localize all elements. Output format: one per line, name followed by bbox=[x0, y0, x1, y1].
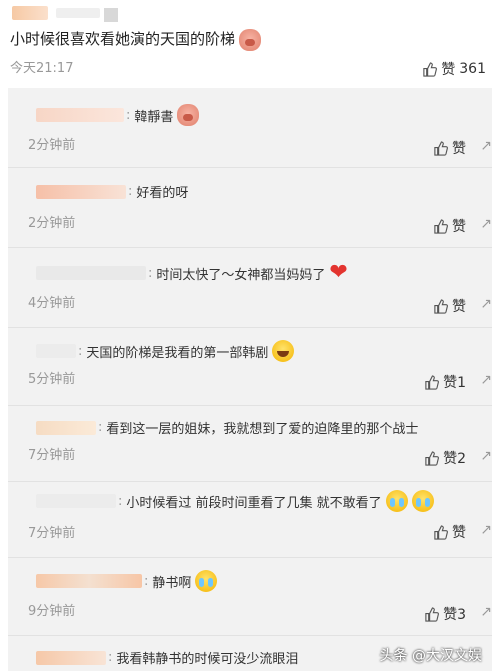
comment-text: : 好看的呀 bbox=[36, 182, 188, 201]
comment-time: 2分钟前 bbox=[28, 216, 76, 231]
comment-like-button[interactable]: 赞 bbox=[433, 296, 466, 316]
comment-text: : 小时候看过 前段时间重看了几集 就不敢看了 bbox=[36, 490, 434, 512]
comment-time: 9分钟前 bbox=[28, 604, 76, 619]
commenter-name-blurred[interactable] bbox=[36, 184, 126, 199]
comment-time: 5分钟前 bbox=[28, 372, 76, 387]
thumbs-up-icon bbox=[425, 450, 440, 466]
post-like-count: 361 bbox=[459, 61, 486, 77]
commenter-name-blurred[interactable] bbox=[36, 574, 142, 588]
comment-item: : 小时候看过 前段时间重看了几集 就不敢看了 7分钟前 赞 ↗ bbox=[8, 482, 492, 558]
comment-item: : 看到这一层的姐妹，我就想到了爱的迫降里的那个战士 7分钟前 赞2 ↗ bbox=[8, 406, 492, 482]
thumbs-up-icon bbox=[434, 298, 448, 314]
comment-item: : 好看的呀 2分钟前 赞 ↗ bbox=[8, 168, 492, 248]
thumbs-up-icon bbox=[425, 374, 440, 390]
post-time: 今天21:17 bbox=[10, 61, 74, 76]
comment-time: 2分钟前 bbox=[28, 138, 76, 153]
commenter-name-blurred[interactable] bbox=[36, 344, 76, 358]
post-like-button[interactable]: 赞 361 bbox=[422, 59, 486, 79]
pig-face-icon bbox=[177, 104, 200, 126]
share-icon[interactable]: ↗ bbox=[480, 372, 492, 388]
comment-item: : 时间太快了～女神都当妈妈了 ❤ 4分钟前 赞 ↗ bbox=[8, 248, 492, 328]
share-icon[interactable]: ↗ bbox=[480, 604, 492, 620]
comment-like-button[interactable]: 赞3 bbox=[424, 604, 466, 624]
post-author-blurred[interactable] bbox=[12, 4, 122, 22]
comment-text: : 看到这一层的姐妹，我就想到了爱的迫降里的那个战士 bbox=[36, 418, 418, 437]
comment-text: : 天国的阶梯是我看的第一部韩剧 bbox=[36, 340, 295, 362]
post-like-label: 赞 bbox=[441, 62, 456, 78]
thumbs-up-icon bbox=[423, 61, 438, 77]
comment-time: 4分钟前 bbox=[28, 296, 76, 311]
commenter-name-blurred[interactable] bbox=[36, 266, 146, 280]
comment-item: : 韓靜書 2分钟前 赞 ↗ bbox=[8, 88, 492, 168]
post-text: 小时候很喜欢看她演的天国的阶梯 bbox=[10, 28, 262, 51]
comment-like-button[interactable]: 赞1 bbox=[424, 372, 466, 392]
thumbs-up-icon bbox=[434, 218, 448, 234]
comment-text: : 韓靜書 bbox=[36, 104, 200, 126]
share-icon[interactable]: ↗ bbox=[480, 448, 492, 464]
comment-like-button[interactable]: 赞 bbox=[433, 522, 466, 542]
pig-face-icon bbox=[239, 28, 262, 51]
laugh-cry-icon bbox=[272, 340, 295, 362]
commenter-name-blurred[interactable] bbox=[36, 420, 96, 435]
thumbs-up-icon bbox=[434, 524, 448, 540]
commenter-name-blurred[interactable] bbox=[36, 494, 116, 508]
comment-list: : 韓靜書 2分钟前 赞 ↗ : 好看的呀 2分钟前 赞 ↗ : 时间太快了～女神都当… bbox=[8, 88, 492, 671]
comment-text: : 静书啊 bbox=[36, 570, 218, 592]
comment-item: : 天国的阶梯是我看的第一部韩剧 5分钟前 赞1 ↗ bbox=[8, 328, 492, 406]
comment-like-button[interactable]: 赞 bbox=[433, 216, 466, 236]
commenter-name-blurred[interactable] bbox=[36, 108, 124, 122]
main-post: 小时候很喜欢看她演的天国的阶梯 今天21:17 赞 361 bbox=[0, 0, 492, 88]
comment-like-button[interactable]: 赞2 bbox=[424, 448, 466, 468]
commenter-name-blurred[interactable] bbox=[36, 650, 106, 665]
heart-icon: ❤ bbox=[329, 260, 348, 285]
share-icon[interactable]: ↗ bbox=[480, 296, 492, 312]
crying-icon bbox=[411, 490, 434, 512]
comment-text: : 时间太快了～女神都当妈妈了 ❤ bbox=[36, 262, 348, 284]
share-icon[interactable]: ↗ bbox=[480, 138, 492, 154]
watermark: 头条 @大汉文娱 bbox=[379, 648, 482, 664]
share-icon[interactable]: ↗ bbox=[480, 522, 492, 538]
share-icon[interactable]: ↗ bbox=[480, 216, 492, 232]
comment-text: : 我看韩静书的时候可没少流眼泪 bbox=[36, 648, 298, 667]
crying-icon bbox=[385, 490, 408, 512]
crying-icon bbox=[195, 570, 218, 592]
comment-time: 7分钟前 bbox=[28, 448, 76, 463]
comment-item: : 静书啊 9分钟前 赞3 ↗ bbox=[8, 558, 492, 636]
thumbs-up-icon bbox=[425, 606, 440, 622]
thumbs-up-icon bbox=[434, 140, 448, 156]
comment-time: 7分钟前 bbox=[28, 526, 76, 541]
comment-like-button[interactable]: 赞 bbox=[433, 138, 466, 158]
